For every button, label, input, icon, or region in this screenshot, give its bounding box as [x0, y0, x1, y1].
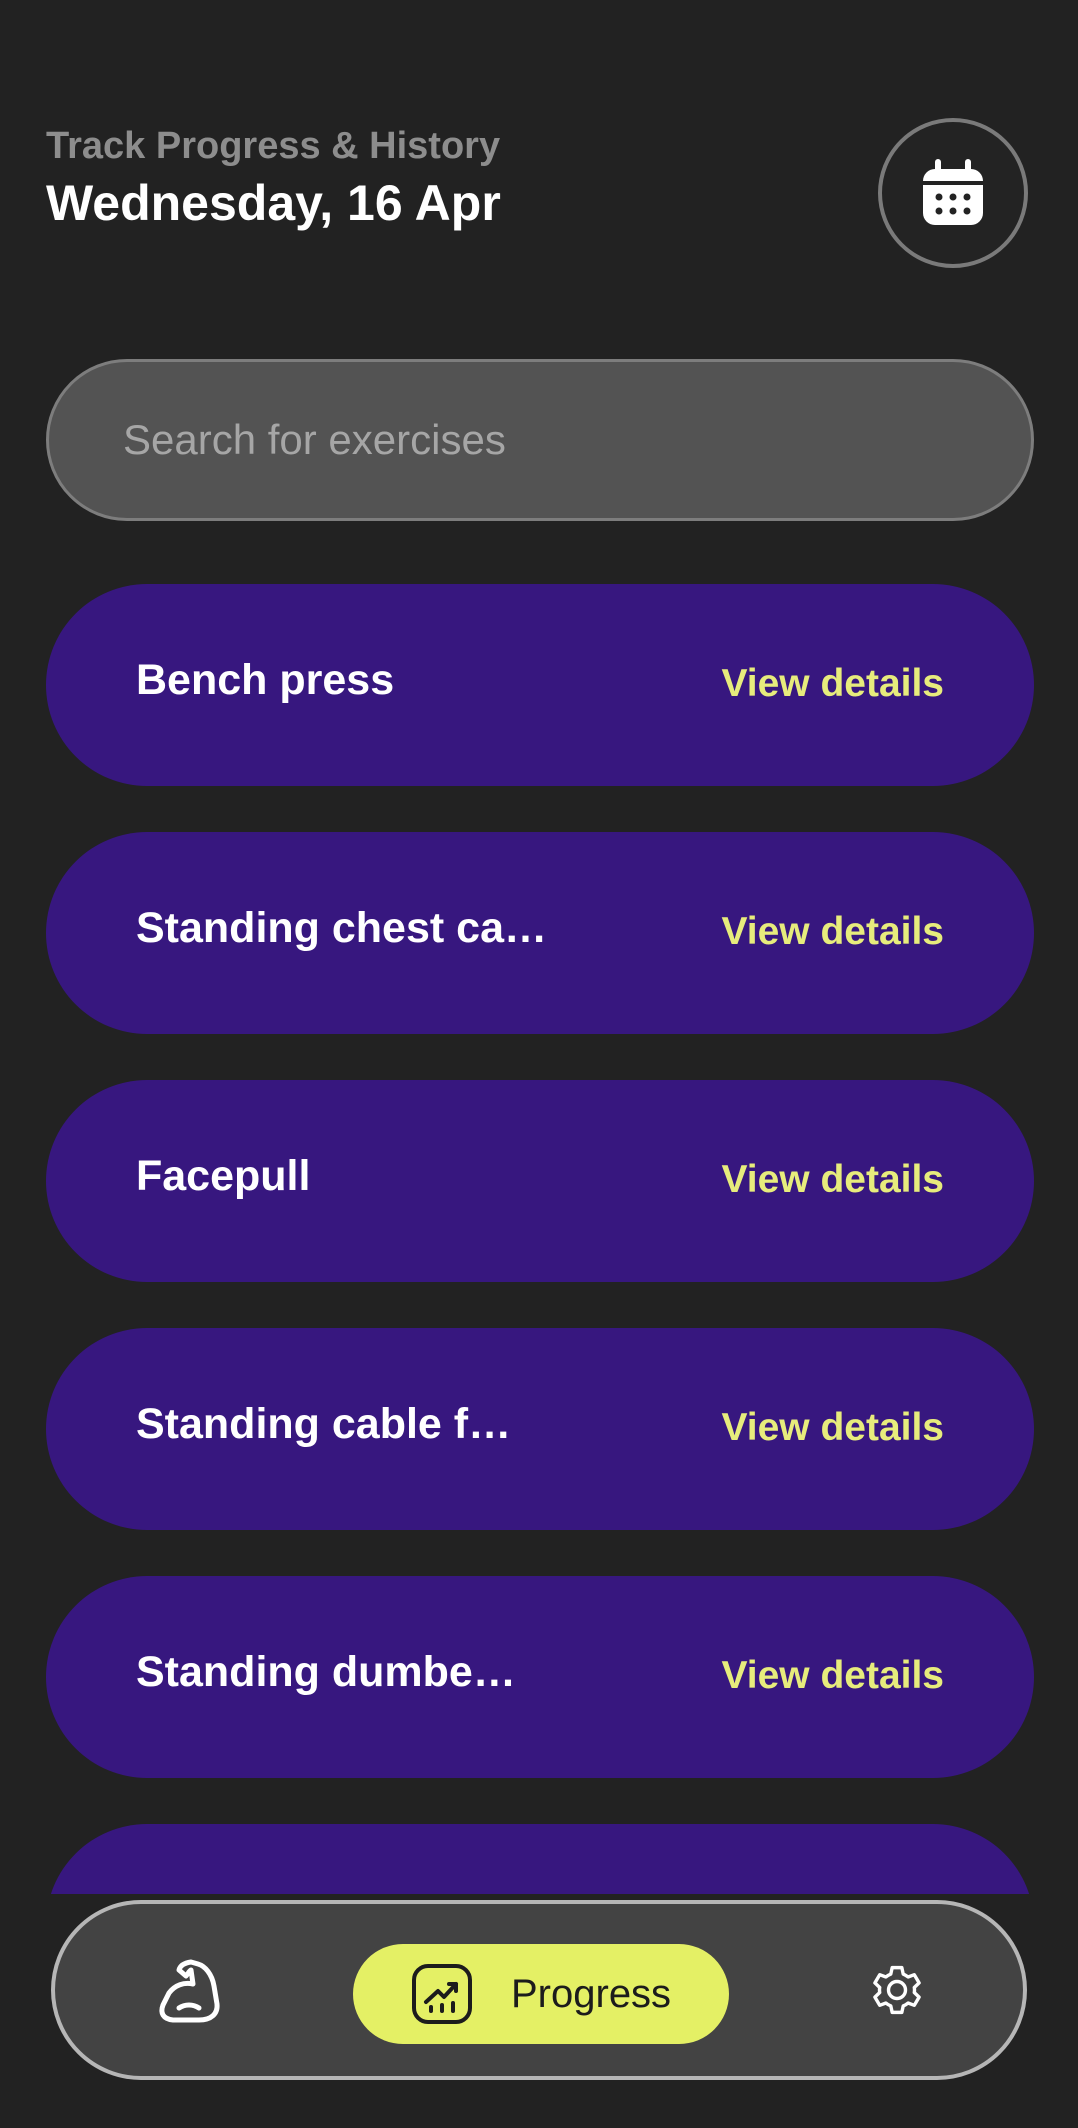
view-details-link[interactable]: View details: [721, 908, 944, 956]
chart-trend-icon: [412, 1964, 472, 2024]
nav-settings-tab[interactable]: [863, 1956, 931, 2024]
nav-progress-label: Progress: [511, 1971, 672, 2016]
flexed-bicep-icon: [159, 1959, 220, 2023]
bottom-nav: Progress: [51, 1900, 1027, 2080]
search-input[interactable]: [121, 415, 925, 465]
page-subtitle: Track Progress & History: [46, 125, 501, 167]
view-details-link[interactable]: View details: [721, 660, 944, 708]
exercise-card[interactable]: Standing dumbe… View details: [46, 1576, 1034, 1778]
search-bar[interactable]: [46, 359, 1034, 521]
exercise-name: Standing cable f…: [136, 1400, 512, 1448]
gear-icon: [873, 1965, 921, 2015]
nav-progress-tab[interactable]: Progress: [353, 1944, 729, 2044]
view-details-link[interactable]: View details: [721, 1404, 944, 1452]
exercise-card[interactable]: [46, 1824, 1034, 1894]
exercise-card[interactable]: Facepull View details: [46, 1080, 1034, 1282]
exercise-card[interactable]: Standing chest cab… View details: [46, 832, 1034, 1034]
exercise-name: Facepull: [136, 1152, 311, 1200]
view-details-link[interactable]: View details: [721, 1652, 944, 1700]
exercise-name: Standing dumbe…: [136, 1648, 516, 1696]
calendar-icon: [923, 159, 983, 225]
calendar-button[interactable]: [878, 118, 1028, 268]
page-title: Wednesday, 16 Apr: [46, 175, 501, 231]
exercise-name: Standing chest cab…: [136, 904, 566, 952]
header: Track Progress & History Wednesday, 16 A…: [46, 122, 846, 234]
exercise-card[interactable]: Standing cable f… View details: [46, 1328, 1034, 1530]
nav-workout-tab[interactable]: [151, 1952, 231, 2032]
view-details-link[interactable]: View details: [721, 1156, 944, 1204]
exercise-name: Bench press: [136, 656, 395, 704]
exercise-card[interactable]: Bench press View details: [46, 584, 1034, 786]
exercise-list[interactable]: Bench press View details Standing chest …: [46, 584, 1034, 1894]
